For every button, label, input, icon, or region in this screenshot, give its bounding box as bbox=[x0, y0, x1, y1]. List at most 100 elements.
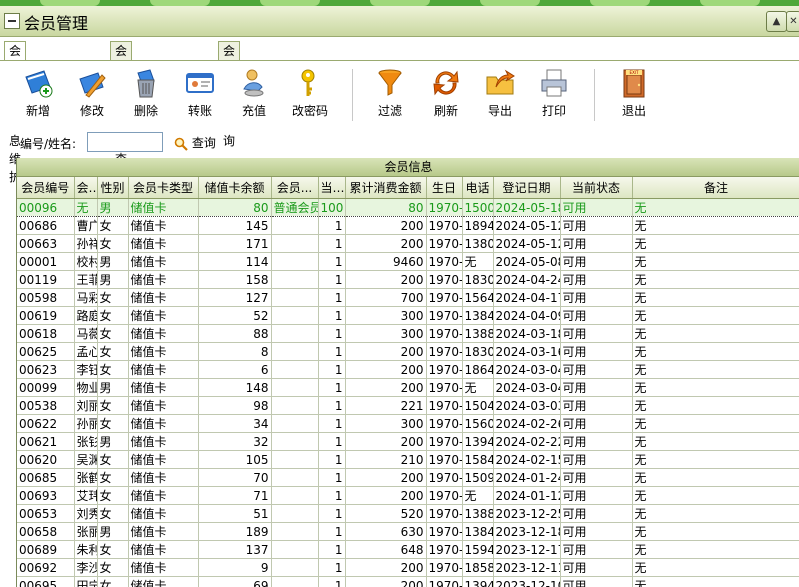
table-cell: 1970-0 bbox=[426, 342, 463, 361]
column-header[interactable]: 储值卡余额 bbox=[198, 177, 272, 199]
export-folder-icon bbox=[486, 69, 515, 95]
table-cell: 2023-12-17 bbox=[493, 540, 561, 559]
table-cell: 无 bbox=[632, 396, 799, 415]
table-row[interactable]: 00619路庭女储值卡52 13001970-013842024-04-09可用无 bbox=[17, 306, 799, 325]
column-header[interactable]: 当... bbox=[318, 177, 346, 199]
column-header[interactable]: 登记日期 bbox=[493, 177, 561, 199]
table-cell: 00099 bbox=[17, 378, 75, 397]
table-row[interactable]: 00622孙丽女储值卡34 13001970-015602024-02-26可用无 bbox=[17, 414, 799, 433]
export-button[interactable]: 导出 bbox=[474, 67, 526, 119]
add-button[interactable]: 新增 bbox=[12, 67, 64, 119]
column-header[interactable]: 会员编号 bbox=[17, 177, 75, 199]
column-header[interactable]: 会员... bbox=[271, 177, 319, 199]
table-cell: 200 bbox=[345, 342, 427, 361]
toolbar-separator bbox=[594, 69, 596, 121]
table-row[interactable]: 00689朱利女储值卡137 16481970-015942023-12-17可用… bbox=[17, 540, 799, 559]
table-cell bbox=[271, 252, 319, 271]
table-row[interactable]: 00663孙祥女储值卡171 12001970-013802024-05-12可用… bbox=[17, 234, 799, 253]
filter-label: 过滤 bbox=[377, 104, 402, 118]
table-row[interactable]: 00119王菲男储值卡158 12001970-018302024-04-24可用… bbox=[17, 270, 799, 289]
table-row[interactable]: 00620吴渊女储值卡105 12101970-01584(2024-02-15可… bbox=[17, 450, 799, 469]
column-header[interactable]: 会... bbox=[74, 177, 98, 199]
table-cell bbox=[271, 468, 319, 487]
table-row[interactable]: 00653刘秀女储值卡51 15201970-013882023-12-25可用无 bbox=[17, 504, 799, 523]
table-cell: 1 bbox=[318, 288, 346, 307]
table-cell bbox=[271, 558, 319, 577]
table-cell: 2024-05-08 bbox=[493, 252, 561, 271]
table-row[interactable]: 00618马薇女储值卡88 13001970-013882024-03-18可用无 bbox=[17, 324, 799, 343]
column-header[interactable]: 性别 bbox=[97, 177, 129, 199]
system-menu-icon[interactable] bbox=[4, 13, 20, 29]
column-header[interactable]: 累计消费金额 bbox=[345, 177, 427, 199]
recharge-button[interactable]: 充值 bbox=[228, 67, 280, 119]
table-cell: 储值卡 bbox=[128, 378, 199, 397]
table-row[interactable]: 00538刘丽女储值卡98 12211970-015042024-03-03可用无 bbox=[17, 396, 799, 415]
column-header[interactable]: 备注 bbox=[632, 177, 799, 199]
refresh-button[interactable]: 刷新 bbox=[420, 67, 472, 119]
transfer-button[interactable]: 转账 bbox=[174, 67, 226, 119]
table-row[interactable]: 00695田宁女储值卡69 12001970-013942023-12-10可用无 bbox=[17, 576, 799, 587]
table-cell: 储值卡 bbox=[128, 396, 199, 415]
table-cell: 可用 bbox=[560, 216, 633, 235]
printer-icon bbox=[541, 69, 567, 97]
table-row[interactable]: 00685张鹤女储值卡70 12001970-015092024-01-24可用无 bbox=[17, 468, 799, 487]
column-header[interactable]: 生日 bbox=[426, 177, 463, 199]
column-header[interactable]: 当前状态 bbox=[560, 177, 633, 199]
table-cell: 1858 bbox=[462, 558, 494, 577]
tab-member-transfer[interactable]: 会员转账查询 bbox=[218, 41, 241, 148]
table-cell: 1970-0 bbox=[426, 306, 463, 325]
table-row[interactable]: 00686曹广女储值卡145 12001970-01894(2024-05-12可… bbox=[17, 216, 799, 235]
table-cell: 可用 bbox=[560, 234, 633, 253]
table-cell: 300 bbox=[345, 414, 427, 433]
refresh-arrows-icon bbox=[433, 70, 459, 96]
table-cell: 34 bbox=[198, 414, 272, 433]
table-cell: 无 bbox=[632, 450, 799, 469]
table-cell: 00618 bbox=[17, 324, 75, 343]
table-row[interactable]: 00623李钰女储值卡6 12001970-01864(2024-03-04可用无 bbox=[17, 360, 799, 379]
table-row[interactable]: 00693艾玮女储值卡7112001970-0无2024-01-12可用无 bbox=[17, 486, 799, 505]
table-cell: 648 bbox=[345, 540, 427, 559]
delete-button[interactable]: 删除 bbox=[120, 67, 172, 119]
table-cell: 无 bbox=[632, 234, 799, 253]
minimize-button[interactable]: ▲ bbox=[766, 11, 787, 32]
table-row[interactable]: 00692李沙女储值卡9 12001970-018582023-12-11可用无 bbox=[17, 558, 799, 577]
print-button[interactable]: 打印 bbox=[528, 67, 580, 119]
table-cell: 女 bbox=[97, 306, 129, 325]
table-row[interactable]: 00621张钐男储值卡32 12001970-013942024-02-22可用无 bbox=[17, 432, 799, 451]
table-header-row: 会员编号会...性别会员卡类型储值卡余额会员...当...累计消费金额生日电话登… bbox=[17, 177, 799, 199]
tab-member-basic-info[interactable]: 会员基本信息维护 bbox=[4, 41, 27, 184]
table-cell: 80 bbox=[198, 198, 272, 217]
column-header[interactable]: 电话 bbox=[462, 177, 494, 199]
window-title: 会员管理 bbox=[24, 14, 89, 33]
member-grid[interactable]: 会员信息 会员编号会...性别会员卡类型储值卡余额会员...当...累计消费金额… bbox=[16, 158, 799, 587]
edit-pencil-icon bbox=[79, 72, 106, 98]
table-cell: 刘秀 bbox=[74, 504, 98, 523]
table-cell: 1970-0 bbox=[426, 540, 463, 559]
filter-button[interactable]: 过滤 bbox=[364, 67, 416, 119]
table-cell bbox=[271, 216, 319, 235]
table-row[interactable]: 00001校村男储值卡114194601970-0无2024-05-08可用无 bbox=[17, 252, 799, 271]
column-header[interactable]: 会员卡类型 bbox=[128, 177, 199, 199]
close-button[interactable]: ✕ bbox=[786, 11, 799, 32]
table-cell bbox=[271, 396, 319, 415]
table-cell: 可用 bbox=[560, 270, 633, 289]
table-cell: 2023-12-10 bbox=[493, 576, 561, 587]
table-cell: 1594 bbox=[462, 540, 494, 559]
search-label: 编号/姓名: bbox=[20, 137, 77, 151]
change-password-button[interactable]: 改密码 bbox=[284, 67, 336, 119]
table-row[interactable]: 00625孟心女储值卡8 12001970-018302024-03-16可用无 bbox=[17, 342, 799, 361]
table-row[interactable]: 00096无男储值卡80普通会员100801970-015002024-05-1… bbox=[17, 198, 799, 217]
edit-button[interactable]: 修改 bbox=[66, 67, 118, 119]
table-cell: 137 bbox=[198, 540, 272, 559]
table-cell: 1 bbox=[318, 576, 346, 587]
table-cell: 储值卡 bbox=[128, 360, 199, 379]
tab-member-consumption[interactable]: 会员消费信息查询 bbox=[110, 41, 133, 184]
table-row[interactable]: 00099物业男储值卡14812001970-0无2024-03-04可用无 bbox=[17, 378, 799, 397]
table-cell: 1500 bbox=[462, 198, 494, 217]
exit-button[interactable]: EXIT 退出 bbox=[608, 67, 660, 119]
table-row[interactable]: 00598马彩女储值卡127 17001970-01564(2024-04-17可… bbox=[17, 288, 799, 307]
table-cell: 1830 bbox=[462, 342, 494, 361]
search-input[interactable] bbox=[87, 132, 163, 152]
query-button[interactable]: 查询 bbox=[174, 134, 216, 151]
table-row[interactable]: 00658张丽男储值卡189 16301970-013842023-12-18可用… bbox=[17, 522, 799, 541]
